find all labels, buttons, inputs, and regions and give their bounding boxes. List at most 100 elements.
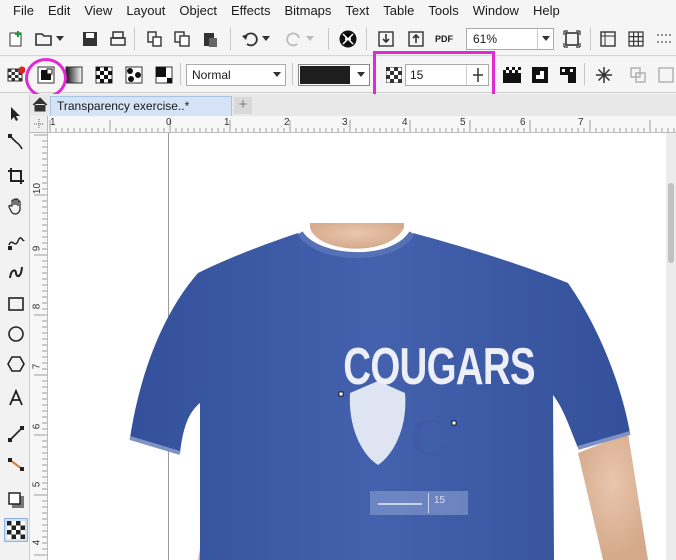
crop-tool[interactable] — [4, 164, 28, 188]
two-color-pattern-transparency-button[interactable] — [152, 63, 176, 87]
fill-transparency-button[interactable] — [500, 63, 524, 87]
menu-effects[interactable]: Effects — [224, 0, 278, 22]
export-button[interactable] — [404, 27, 428, 51]
drop-shadow-icon — [8, 492, 24, 508]
export-icon — [408, 31, 424, 47]
document-tabstrip: Transparency exercise..* + — [30, 94, 676, 116]
menu-bitmaps[interactable]: Bitmaps — [277, 0, 338, 22]
horizontal-ruler[interactable]: 1 0 1 2 3 4 5 6 7 — [48, 116, 676, 133]
artistic-media-tool[interactable] — [4, 260, 28, 284]
transparency-color-picker[interactable] — [298, 64, 370, 86]
zoom-level-select[interactable]: 61% — [466, 28, 554, 50]
redo-dropdown[interactable] — [304, 27, 316, 51]
show-rulers-button[interactable] — [596, 27, 620, 51]
publish-pdf-button[interactable]: PDF — [432, 27, 456, 51]
outline-transparency-icon — [532, 67, 548, 83]
drop-shadow-tool[interactable] — [4, 488, 28, 512]
menu-file[interactable]: File — [6, 0, 41, 22]
bitmap-pattern-transparency-button[interactable] — [122, 63, 146, 87]
transparency-tool[interactable] — [4, 518, 28, 542]
ruler-origin-icon — [34, 119, 44, 129]
vector-pattern-transparency-button[interactable] — [92, 63, 116, 87]
pick-tool[interactable] — [4, 102, 28, 126]
bitmap-pattern-icon — [125, 66, 143, 84]
ruler-label: 7 — [31, 363, 43, 370]
open-dropdown[interactable] — [54, 27, 66, 51]
show-grid-button[interactable] — [624, 27, 648, 51]
text-tool[interactable] — [4, 386, 28, 410]
chevron-down-icon — [273, 72, 281, 77]
ruler-origin[interactable] — [30, 116, 48, 133]
polygon-tool[interactable] — [4, 352, 28, 376]
vertical-ruler[interactable]: 10 9 8 7 6 5 4 — [30, 133, 48, 560]
corel-connect-icon — [339, 30, 357, 48]
zoom-dropdown[interactable] — [537, 29, 553, 49]
copy-transparency-button[interactable] — [626, 63, 650, 87]
polygon-icon — [7, 356, 25, 372]
show-guidelines-button[interactable] — [652, 27, 676, 51]
menu-window[interactable]: Window — [466, 0, 526, 22]
parallel-dimension-tool[interactable] — [4, 422, 28, 446]
scrollbar-thumb[interactable] — [668, 183, 674, 263]
new-document-button[interactable] — [4, 27, 28, 51]
pan-tool[interactable] — [4, 194, 28, 218]
toolbar-separator — [590, 28, 591, 50]
edit-transparency-icon — [658, 67, 674, 83]
edit-transparency-button[interactable] — [654, 63, 676, 87]
menu-text[interactable]: Text — [338, 0, 376, 22]
copy-button[interactable] — [170, 27, 194, 51]
menu-table[interactable]: Table — [376, 0, 421, 22]
copy-transparency-icon — [630, 67, 646, 83]
shape-tool[interactable] — [4, 130, 28, 154]
open-button[interactable] — [32, 27, 56, 51]
ruler-label: 4 — [31, 539, 43, 546]
merge-mode-dropdown[interactable] — [269, 65, 285, 85]
new-tab-button[interactable]: + — [234, 97, 252, 114]
menu-tools[interactable]: Tools — [421, 0, 465, 22]
import-button[interactable] — [374, 27, 398, 51]
menu-object[interactable]: Object — [172, 0, 224, 22]
zoom-level-value: 61% — [473, 32, 498, 46]
menu-help[interactable]: Help — [526, 0, 567, 22]
menu-layout[interactable]: Layout — [119, 0, 172, 22]
undo-dropdown[interactable] — [260, 27, 272, 51]
undo-icon — [242, 32, 258, 47]
freeze-transparency-button[interactable] — [592, 63, 616, 87]
pdf-label: PDF — [435, 33, 453, 44]
full-screen-preview-button[interactable] — [560, 27, 584, 51]
drawing-canvas[interactable]: COUGARS C 15 — [48, 133, 666, 560]
menu-view[interactable]: View — [77, 0, 119, 22]
copy-icon — [174, 31, 190, 47]
guidelines-icon — [657, 34, 671, 43]
home-icon[interactable] — [32, 97, 48, 112]
cougars-text: COUGARS — [343, 338, 535, 396]
menu-edit[interactable]: Edit — [41, 0, 77, 22]
undo-button[interactable] — [238, 27, 262, 51]
document-tab[interactable]: Transparency exercise..* — [50, 96, 232, 116]
freehand-icon — [8, 237, 25, 250]
emblem-letter: C — [409, 407, 449, 467]
property-bar: Normal 15 — [0, 51, 676, 113]
freehand-tool[interactable] — [4, 230, 28, 254]
on-canvas-slider-value: 15 — [434, 495, 446, 506]
save-button[interactable] — [78, 27, 102, 51]
snowflake-icon — [596, 67, 612, 83]
outline-transparency-button[interactable] — [528, 63, 552, 87]
redo-button[interactable] — [282, 27, 306, 51]
color-dropdown[interactable] — [353, 65, 369, 85]
text-icon — [9, 389, 23, 406]
connector-tool[interactable] — [4, 452, 28, 476]
paste-button[interactable] — [198, 27, 222, 51]
all-transparency-button[interactable] — [556, 63, 580, 87]
toolbar-separator — [180, 63, 181, 85]
vertical-scrollbar[interactable] — [666, 133, 676, 560]
print-button[interactable] — [106, 27, 130, 51]
cut-button[interactable] — [142, 27, 166, 51]
fountain-transparency-icon — [65, 66, 83, 84]
ellipse-tool[interactable] — [4, 322, 28, 346]
merge-mode-value: Normal — [192, 68, 231, 82]
merge-mode-select[interactable]: Normal — [186, 64, 286, 86]
toolbar-separator — [292, 63, 293, 85]
rectangle-tool[interactable] — [4, 292, 28, 316]
search-content-button[interactable] — [336, 27, 360, 51]
